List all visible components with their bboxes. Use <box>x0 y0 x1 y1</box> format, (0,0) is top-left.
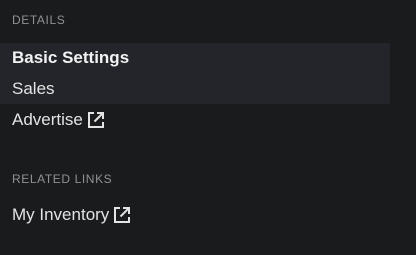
nav-item-advertise[interactable]: Advertise <box>12 109 106 131</box>
details-heading: DETAILS <box>12 13 66 27</box>
nav-item-label: Sales <box>12 79 55 98</box>
nav-item-label: Advertise <box>12 110 83 129</box>
nav-item-sales[interactable]: Sales <box>12 78 55 100</box>
nav-item-my-inventory[interactable]: My Inventory <box>12 204 132 226</box>
related-links-heading: RELATED LINKS <box>12 172 113 186</box>
external-link-icon <box>112 205 132 225</box>
nav-item-basic-settings[interactable]: Basic Settings <box>12 47 129 69</box>
nav-item-label: My Inventory <box>12 205 110 224</box>
nav-item-label: Basic Settings <box>12 48 130 67</box>
external-link-icon <box>86 110 106 130</box>
